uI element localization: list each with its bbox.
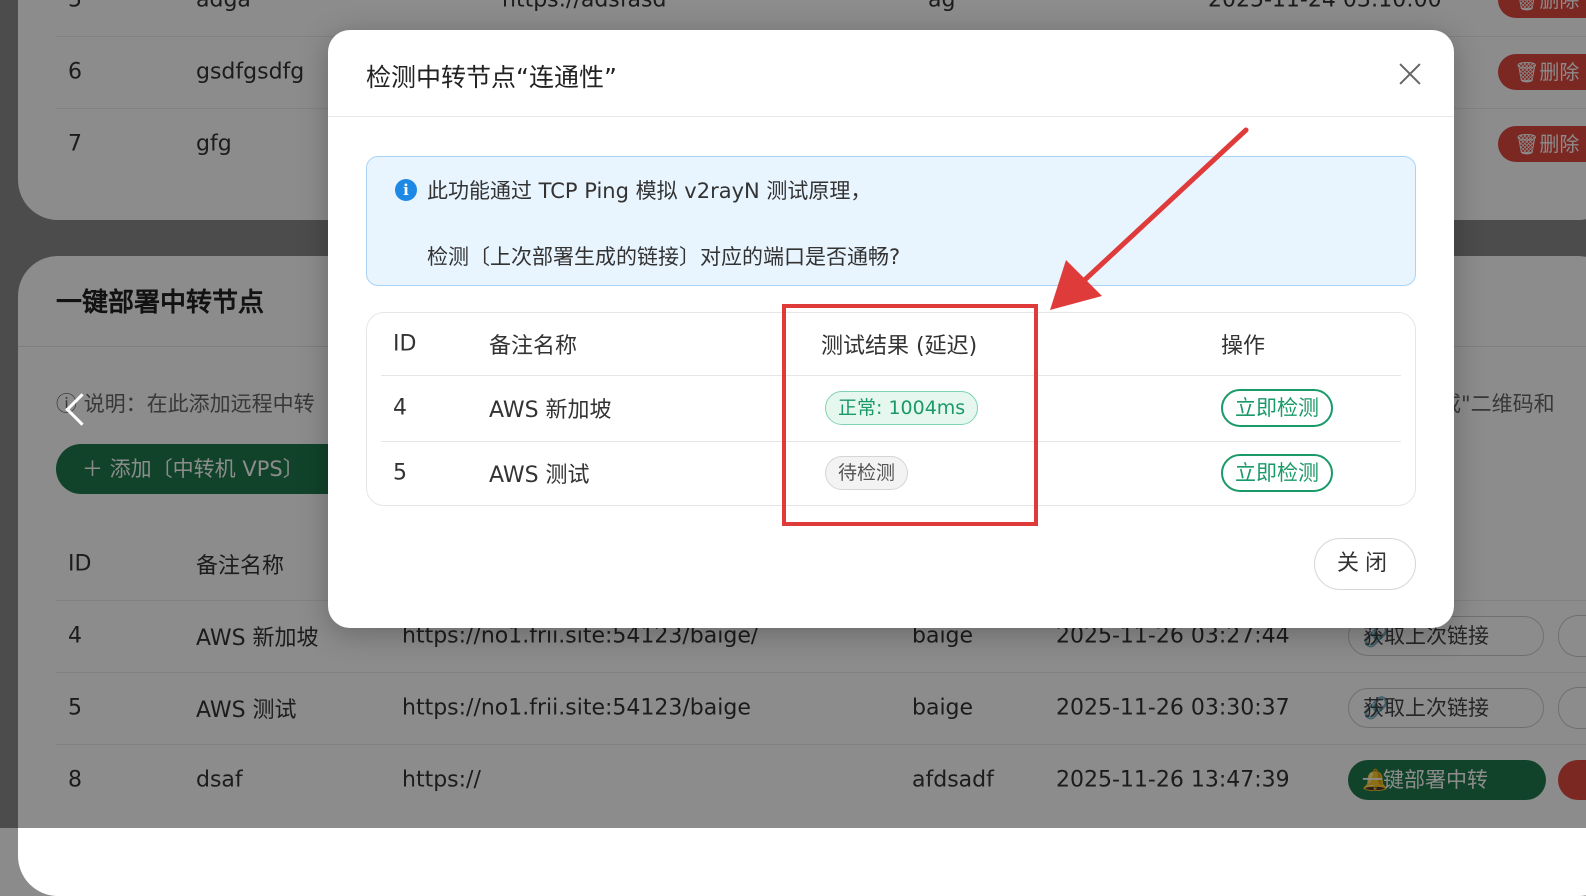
annotation-box [782,304,1038,526]
close-icon[interactable] [1396,60,1424,88]
alert-line-1: 此功能通过 TCP Ping 模拟 v2rayN 测试原理， [427,179,872,203]
check-now-button[interactable]: 立即检测 [1221,389,1333,427]
header-id: ID [393,331,417,357]
row-id: 4 [393,395,407,421]
row-name: AWS 测试 [489,463,590,488]
check-now-button[interactable]: 立即检测 [1221,454,1333,492]
info-icon: i [395,179,417,201]
dialog-divider [328,116,1454,117]
annotation-arrow-icon [1050,127,1249,310]
header-name: 备注名称 [489,334,578,359]
close-button[interactable]: 关闭 [1314,538,1416,590]
dialog-title: 检测中转节点“连通性” [366,63,617,92]
row-id: 5 [393,460,407,486]
row-name: AWS 新加坡 [489,398,612,423]
header-operation: 操作 [1221,334,1266,359]
alert-line-2: 检测〔上次部署生成的链接〕对应的端口是否通畅? [427,245,901,269]
